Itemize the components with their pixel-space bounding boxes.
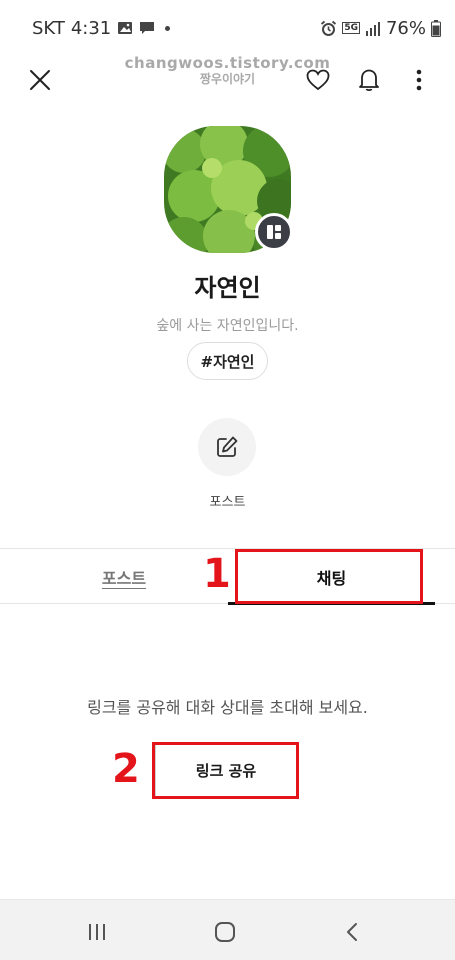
battery-icon	[431, 19, 441, 37]
write-post-label: 포스트	[209, 495, 246, 510]
hashtag-chip[interactable]: #자연인	[187, 342, 268, 380]
home-icon	[215, 922, 235, 942]
back-icon	[347, 923, 357, 941]
profile-avatar-container	[164, 126, 293, 253]
tab-post-label: 포스트	[101, 568, 147, 588]
tab-post[interactable]: 포스트	[0, 549, 248, 604]
carrier-label: SKT	[32, 17, 65, 39]
active-tab-indicator	[228, 602, 435, 605]
edit-icon	[217, 436, 238, 457]
more-options-button[interactable]	[401, 62, 437, 98]
back-button[interactable]	[332, 912, 372, 952]
system-nav-bar	[0, 899, 455, 960]
profile-name: 자연인	[194, 274, 261, 302]
more-vertical-icon	[416, 69, 422, 91]
annotation-number-2: 2	[112, 746, 140, 792]
like-button[interactable]	[300, 62, 336, 98]
tab-chat-label: 채팅	[316, 568, 347, 588]
signal-icon	[365, 21, 381, 36]
close-icon	[30, 70, 50, 90]
profile-tabs: 포스트 채팅	[0, 548, 455, 605]
5g-icon: 5G	[342, 22, 360, 34]
write-post-button[interactable]	[198, 418, 256, 476]
profile-bio: 숲에 사는 자연인입니다.	[156, 318, 299, 334]
status-bar: SKT 4:31 5G 76%	[0, 0, 455, 56]
notification-button[interactable]	[351, 62, 387, 98]
image-icon	[117, 20, 133, 36]
message-icon	[139, 20, 155, 36]
close-button[interactable]	[22, 62, 58, 98]
tab-chat[interactable]: 채팅	[228, 549, 435, 604]
blog-icon	[267, 225, 281, 239]
alarm-icon	[320, 20, 337, 37]
bell-icon	[359, 69, 379, 92]
battery-percent: 76%	[385, 17, 426, 39]
recents-button[interactable]	[77, 912, 117, 952]
share-link-button[interactable]: 링크 공유	[155, 744, 297, 797]
top-app-bar	[0, 56, 455, 102]
chat-empty-message: 링크를 공유해 대화 상대를 초대해 보세요.	[87, 698, 368, 717]
dot-icon	[165, 25, 171, 31]
clock: 4:31	[70, 17, 112, 39]
home-button[interactable]	[205, 912, 245, 952]
blog-badge	[255, 213, 293, 251]
recents-icon	[89, 924, 105, 940]
heart-icon	[306, 69, 330, 91]
